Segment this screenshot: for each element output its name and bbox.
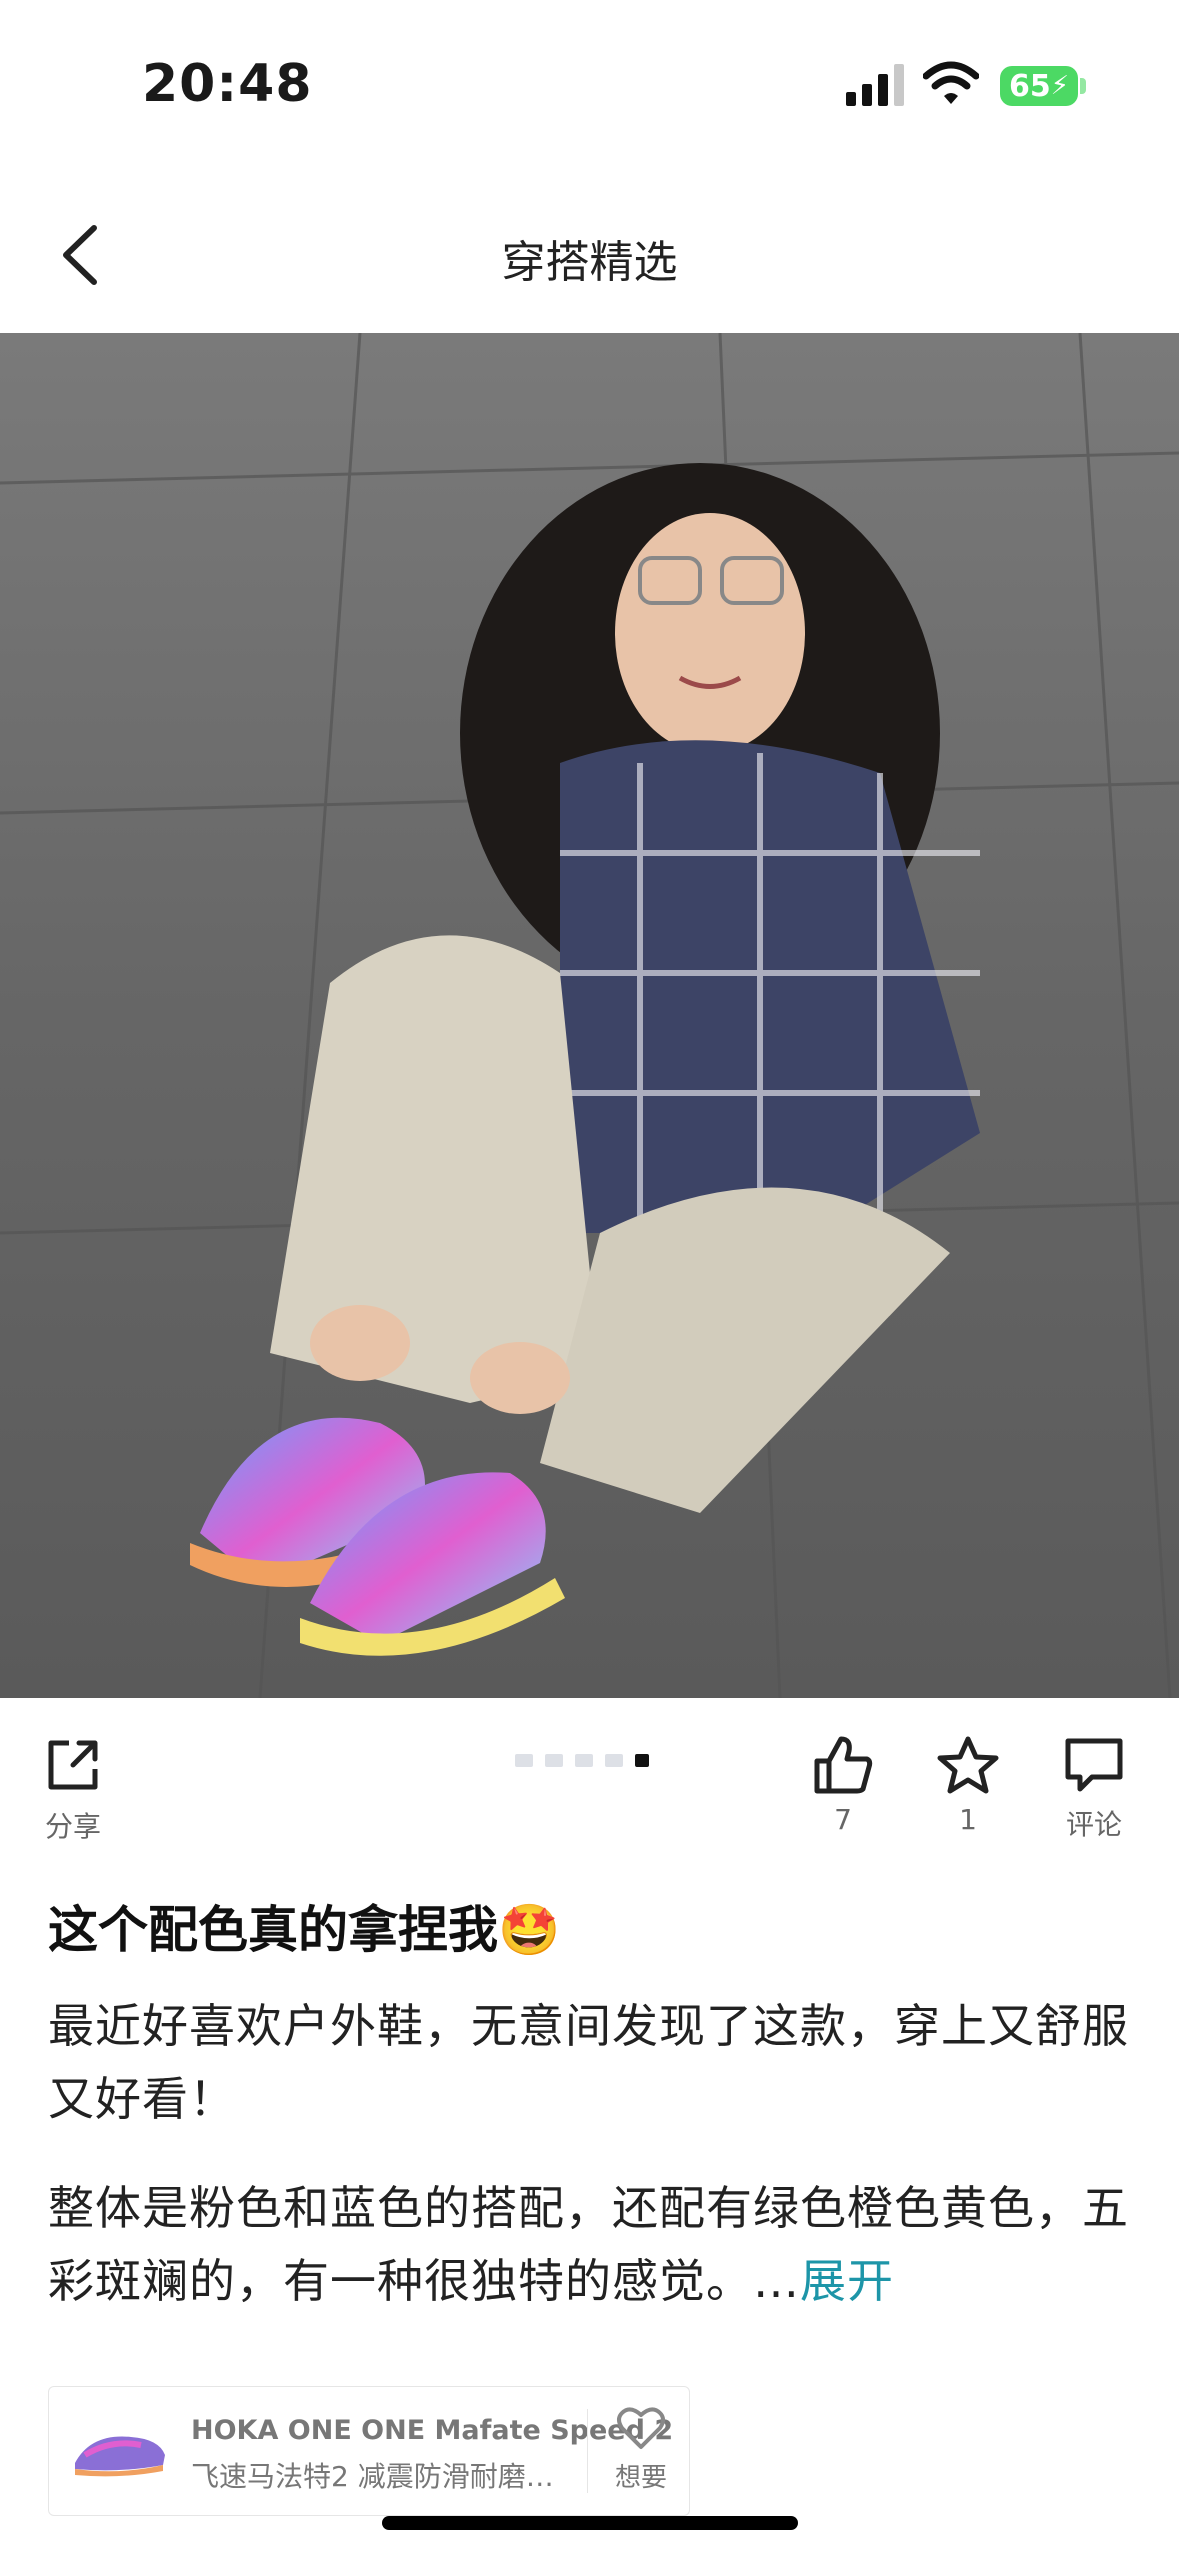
nav-bar: 穿搭精选: [0, 170, 1179, 333]
product-description: 飞速马法特2 减震防滑耐磨…: [191, 2460, 554, 2493]
want-label: 想要: [614, 2463, 667, 2493]
battery-level: 65: [1008, 68, 1051, 104]
photo-illustration: [0, 333, 1179, 1698]
like-count: 7: [834, 1803, 852, 1836]
pagination-dot[interactable]: [575, 1754, 593, 1767]
favorite-count: 1: [959, 1803, 977, 1836]
wifi-icon: [923, 61, 979, 104]
gallery-pagination: [515, 1754, 649, 1767]
want-button[interactable]: 想要: [601, 2405, 681, 2494]
comment-button[interactable]: 评论: [1054, 1735, 1134, 1843]
comment-label: 评论: [1065, 1808, 1122, 1841]
product-card[interactable]: HOKA ONE ONE Mafate Speed 2 飞速马法特2 减震防滑耐…: [48, 2386, 690, 2516]
favorite-button[interactable]: 1: [928, 1735, 1008, 1836]
comment-icon: [1065, 1738, 1123, 1792]
post-title: 这个配色真的拿捏我🤩: [48, 1901, 561, 1959]
post-paragraph-2: 整体是粉色和蓝色的搭配，还配有绿色橙色黄色，五彩斑斓的，有一种很独特的感觉。…展…: [48, 2172, 1138, 2318]
star-icon: [937, 1736, 999, 1794]
share-button[interactable]: 分享: [38, 1735, 108, 1845]
status-bar: 20:48 65 ⚡: [0, 0, 1179, 170]
pagination-dot[interactable]: [545, 1754, 563, 1767]
share-icon: [48, 1740, 98, 1790]
pagination-dot[interactable]: [515, 1754, 533, 1767]
post-paragraph-2-text: 整体是粉色和蓝色的搭配，还配有绿色橙色黄色，五彩斑斓的，有一种很独特的感觉。…: [48, 2181, 1129, 2308]
post-paragraph-1: 最近好喜欢户外鞋，无意间发现了这款，穿上又舒服又好看！: [48, 1999, 1129, 2126]
divider: [587, 2409, 588, 2493]
pagination-dot-active[interactable]: [635, 1754, 649, 1767]
post-photo[interactable]: [0, 333, 1179, 1698]
page-title: 穿搭精选: [501, 237, 678, 288]
battery-indicator: 65 ⚡: [1000, 66, 1078, 106]
heart-icon: [617, 2407, 665, 2449]
pagination-dot[interactable]: [605, 1754, 623, 1767]
like-icon: [814, 1736, 873, 1794]
product-thumbnail: [75, 2436, 165, 2477]
share-label: 分享: [44, 1810, 101, 1843]
battery-cap: [1080, 78, 1086, 94]
status-time: 20:48: [142, 54, 313, 114]
expand-link[interactable]: 展开: [800, 2254, 894, 2308]
like-button[interactable]: 7: [803, 1735, 883, 1836]
charging-icon: ⚡: [1050, 71, 1069, 101]
cell-signal-icon: [846, 64, 904, 106]
home-indicator: [382, 2516, 798, 2530]
